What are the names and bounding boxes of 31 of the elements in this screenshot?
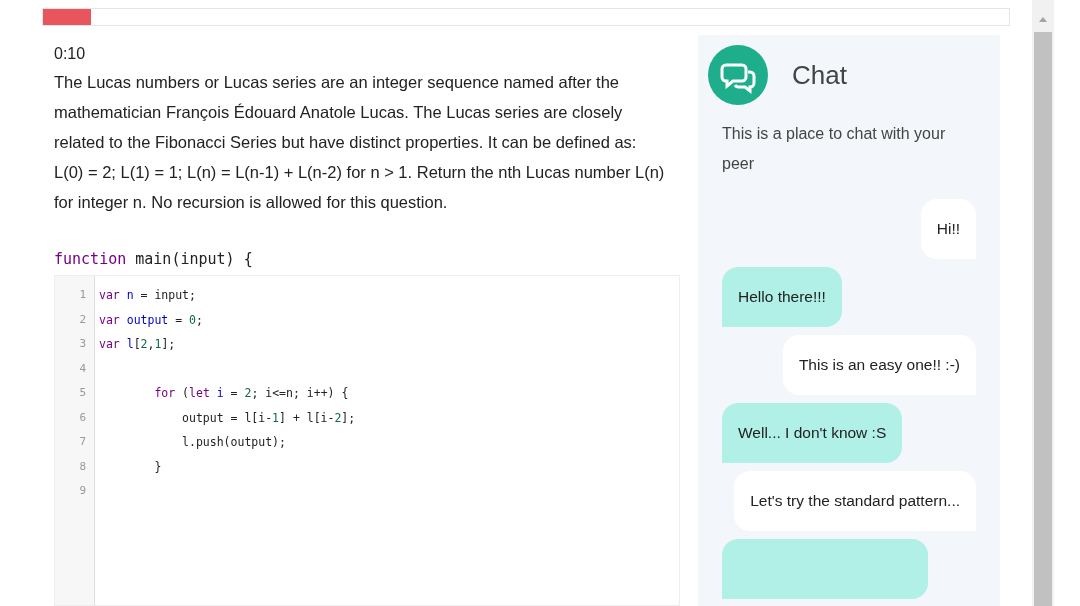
line-number: 1 <box>79 287 86 303</box>
timer: 0:10 <box>54 44 87 64</box>
code-line: } <box>153 458 163 476</box>
code-line: var n = input; <box>99 287 197 304</box>
chat-intro: This is a place to chat with your peer <box>721 124 947 174</box>
line-number: 3 <box>79 336 86 352</box>
function-header: function main(input) { <box>54 249 254 270</box>
code-line: output = l[i-1] + l[i-2]; <box>181 409 356 427</box>
line-number: 5 <box>79 385 86 401</box>
code-editor[interactable]: 1 2 3 4 5 6 7 8 9 var n = input; var output = 0; var l[2,1]; for (let i = 2; i<=n; i++) { output = l[i-1] + l[i-2]; l.push(output); } <box>54 275 680 606</box>
scrollbar[interactable] <box>1032 0 1054 606</box>
chat-message: Let's try the standard pattern... <box>734 471 976 531</box>
scroll-up-icon[interactable] <box>1039 16 1047 22</box>
code-line: for (let i = 2; i<=n; i++) { <box>153 385 350 402</box>
line-number: 4 <box>79 360 86 377</box>
chat-title: Chat <box>792 58 847 92</box>
code-line: var l[2,1]; <box>99 336 177 353</box>
line-number: 9 <box>79 483 86 499</box>
line-number: 8 <box>79 458 86 475</box>
chat-message: Hi!! <box>920 199 976 259</box>
chat-bubbles-icon <box>708 45 768 105</box>
code-line: l.push(output); <box>181 434 287 451</box>
scroll-thumb[interactable] <box>1034 32 1052 606</box>
line-number: 7 <box>79 434 86 450</box>
code-line: var output = 0; <box>99 311 204 329</box>
chat-message: This is an easy one!! :-) <box>782 335 976 395</box>
question-text: The Lucas numbers or Lucas series are an integer sequence named after the mathematician François Édouard Anatole Lucas. The Lucas series are closely related to the Fibonacci Series but have distinct properties. It can be defined as: L(0) = 2; L(1) = 1; L(n) = L(n-1) + L(n-2) for n > 1. Return the nth Lucas number L(n) for integer n. No recursion is allowed for this question. <box>54 72 666 213</box>
chat-message: Hello there!!! <box>722 267 842 327</box>
chat-message: Well... I don't know :S <box>722 403 903 463</box>
line-number: 2 <box>79 311 86 328</box>
line-number: 6 <box>79 409 86 426</box>
